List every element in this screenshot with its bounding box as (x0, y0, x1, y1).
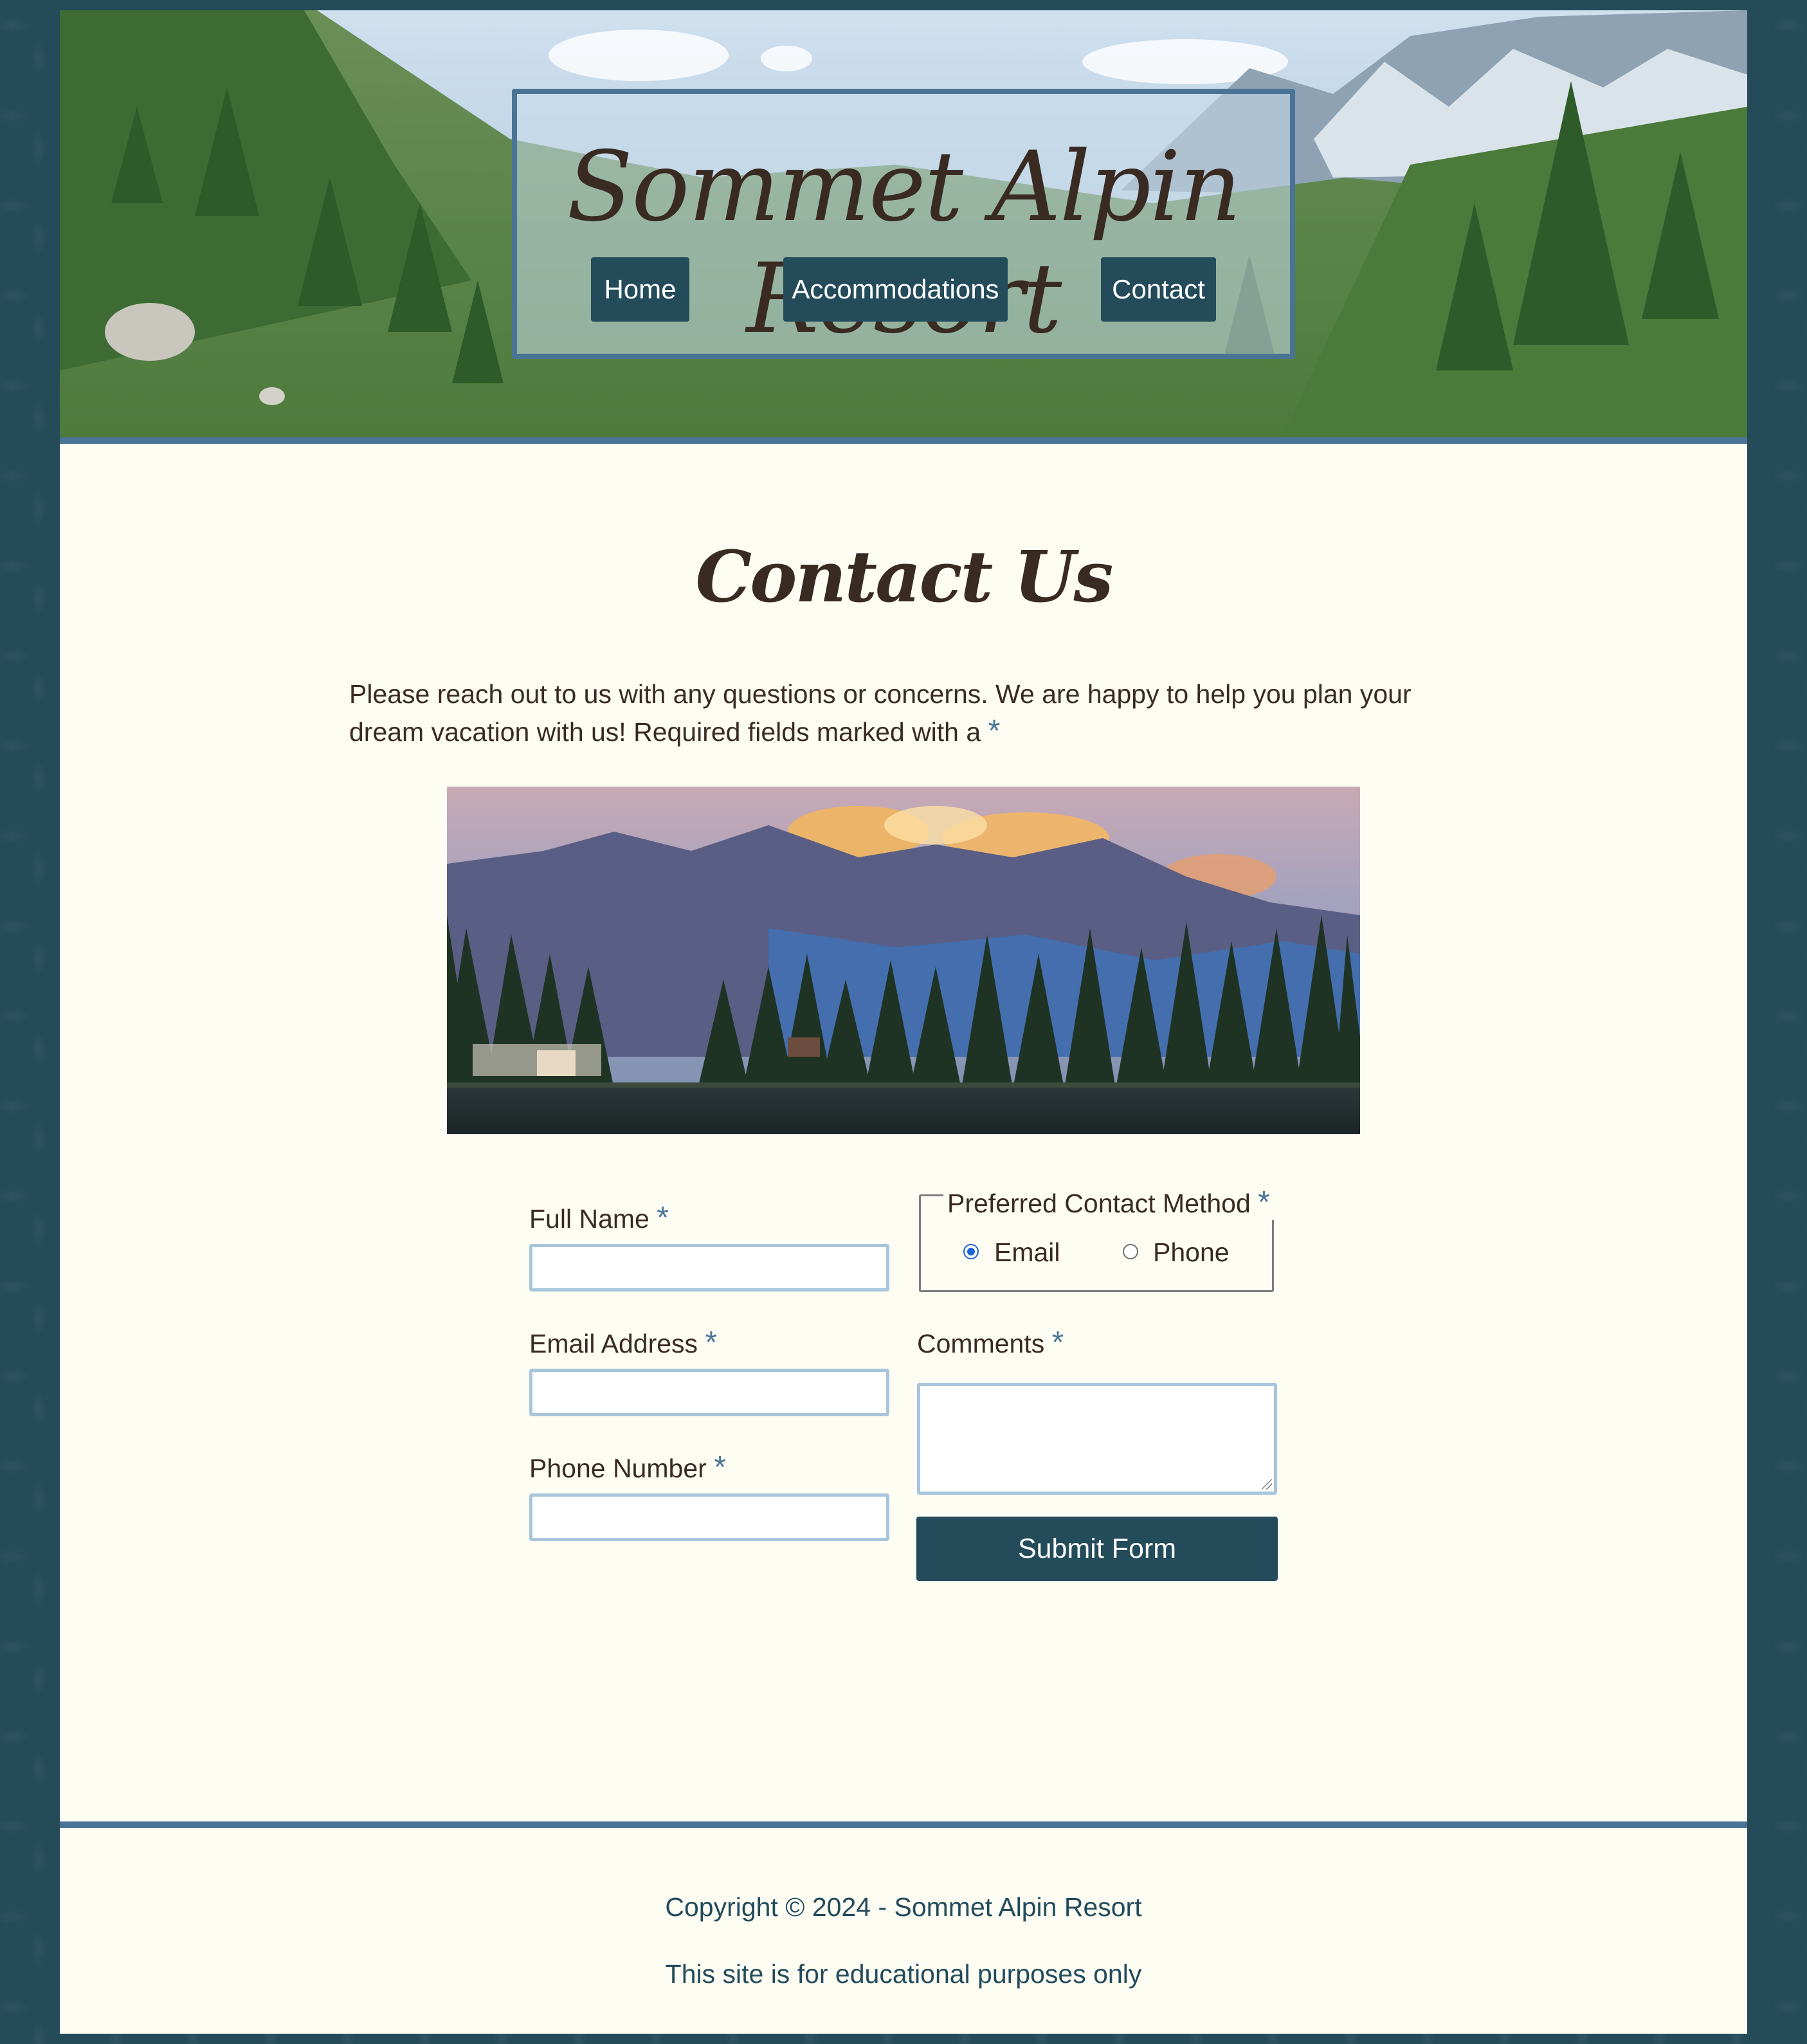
comments-label: Comments * (917, 1325, 1064, 1360)
radio-email[interactable] (963, 1244, 979, 1259)
nav-home-button[interactable]: Home (591, 257, 689, 322)
radio-email-label[interactable]: Email (994, 1237, 1060, 1268)
intro-text: Please reach out to us with any question… (349, 676, 1442, 751)
intro-text-body: Please reach out to us with any question… (349, 679, 1412, 747)
radio-phone[interactable] (1123, 1244, 1138, 1259)
phone-label-text: Phone Number (529, 1454, 707, 1483)
comments-textarea[interactable] (917, 1383, 1277, 1495)
email-label-text: Email Address (529, 1329, 698, 1358)
full-name-label: Full Name * (529, 1200, 669, 1236)
disclaimer-text: This site is for educational purposes on… (665, 1959, 1142, 1989)
contact-method-legend: Preferred Contact Method * (943, 1185, 1274, 1220)
page-heading: Contact Us (695, 535, 1114, 618)
resize-handle-icon[interactable] (1262, 1479, 1272, 1490)
required-marker: * (988, 714, 1001, 748)
contact-method-legend-text: Preferred Contact Method (947, 1189, 1251, 1218)
footer: Copyright © 2024 - Sommet Alpin Resort T… (60, 1821, 1747, 2034)
required-marker: * (657, 1201, 669, 1235)
email-input[interactable] (529, 1369, 889, 1416)
lake-mountain-image (447, 787, 1360, 1134)
email-label: Email Address * (529, 1325, 717, 1360)
required-marker: * (705, 1326, 718, 1360)
header-banner: Sommet Alpin Resort Home Accommodations … (60, 10, 1747, 444)
page-container: Sommet Alpin Resort Home Accommodations … (60, 10, 1747, 2034)
phone-input[interactable] (529, 1493, 889, 1541)
nav-accommodations-button[interactable]: Accommodations (783, 257, 1008, 322)
required-marker: * (714, 1450, 726, 1484)
comments-label-text: Comments (917, 1329, 1045, 1358)
full-name-input[interactable] (529, 1244, 889, 1291)
required-marker: * (1051, 1326, 1064, 1360)
nav-contact-button[interactable]: Contact (1101, 257, 1216, 322)
copyright-text: Copyright © 2024 - Sommet Alpin Resort (665, 1892, 1142, 1922)
required-marker: * (1258, 1185, 1270, 1219)
radio-phone-label[interactable]: Phone (1153, 1237, 1230, 1268)
phone-label: Phone Number * (529, 1450, 726, 1485)
full-name-label-text: Full Name (529, 1204, 649, 1234)
lake-mountain-illustration (447, 787, 1360, 1134)
submit-button[interactable]: Submit Form (916, 1517, 1278, 1581)
